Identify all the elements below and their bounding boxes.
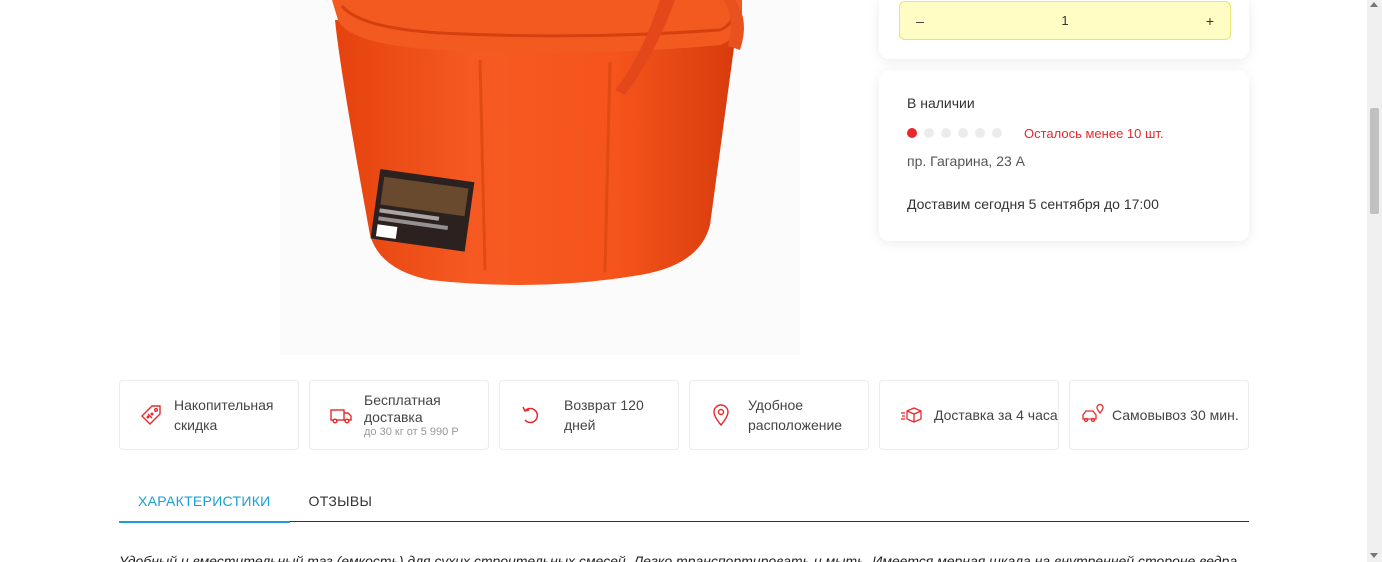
increase-button[interactable]: +	[1204, 13, 1216, 29]
quantity-card: – 1 +	[879, 0, 1249, 59]
stock-dot-empty	[941, 128, 951, 138]
stock-dot-empty	[975, 128, 985, 138]
feature-sublabel: до 30 кг от 5 990 Р	[364, 425, 459, 438]
feature-label: Самовывоз 30 мин.	[1112, 407, 1239, 423]
feature-text: Бесплатная доставка до 30 кг от 5 990 Р	[364, 392, 488, 439]
feature-label: Возврат 120 дней	[564, 397, 644, 433]
discount-tag-icon	[138, 402, 164, 428]
quantity-value[interactable]: 1	[1061, 13, 1068, 28]
feature-return[interactable]: Возврат 120 дней	[499, 380, 679, 450]
feature-free-delivery[interactable]: Бесплатная доставка до 30 кг от 5 990 Р	[309, 380, 489, 450]
free-delivery-truck-icon	[328, 402, 354, 428]
scroll-down-arrow-icon[interactable]	[1370, 553, 1378, 558]
stock-left-text: Осталось менее 10 шт.	[1024, 125, 1164, 141]
orange-bucket-image	[280, 0, 800, 355]
quantity-stepper[interactable]: – 1 +	[899, 1, 1231, 40]
product-description: Удобный и вместительный таз (емкость) дл…	[119, 553, 1241, 562]
scroll-thumb[interactable]	[1370, 108, 1379, 214]
tab-reviews[interactable]: ОТЗЫВЫ	[290, 484, 392, 522]
stock-level-indicator	[907, 128, 1002, 138]
location-pin-icon	[708, 402, 734, 428]
stock-dot-filled	[907, 128, 917, 138]
feature-pickup[interactable]: Самовывоз 30 мин.	[1069, 380, 1249, 450]
product-image	[280, 0, 800, 355]
fast-box-icon	[898, 402, 924, 428]
feature-label: Удобное расположение	[748, 397, 843, 433]
product-tabs: ХАРАКТЕРИСТИКИ ОТЗЫВЫ	[119, 484, 1249, 523]
stock-dot-empty	[924, 128, 934, 138]
feature-label: Доставка за 4 часа	[934, 407, 1058, 423]
stock-level-row: Осталось менее 10 шт.	[907, 125, 1221, 141]
feature-label: Накопительная скидка	[174, 397, 274, 433]
availability-card: В наличии Осталось менее 10 шт. пр. Гага…	[879, 70, 1249, 241]
feature-location[interactable]: Удобное расположение	[689, 380, 869, 450]
car-pickup-icon	[1080, 402, 1106, 428]
feature-fast-delivery[interactable]: Доставка за 4 часа	[879, 380, 1059, 450]
return-arrow-icon	[518, 402, 544, 428]
feature-label: Бесплатная доставка	[364, 391, 441, 425]
page-scrollbar[interactable]	[1367, 0, 1382, 562]
store-address: пр. Гагарина, 23 А	[907, 153, 1026, 169]
tab-characteristics[interactable]: ХАРАКТЕРИСТИКИ	[119, 484, 290, 523]
availability-title: В наличии	[907, 95, 975, 111]
feature-discount[interactable]: Накопительная скидка	[119, 380, 299, 450]
stock-dot-empty	[958, 128, 968, 138]
decrease-button[interactable]: –	[914, 13, 926, 29]
scroll-up-arrow-icon[interactable]	[1370, 2, 1378, 7]
features-row: Накопительная скидка Бесплатная доставка…	[119, 380, 1249, 450]
stock-dot-empty	[992, 128, 1002, 138]
delivery-info: Доставим сегодня 5 сентября до 17:00	[907, 196, 1159, 212]
